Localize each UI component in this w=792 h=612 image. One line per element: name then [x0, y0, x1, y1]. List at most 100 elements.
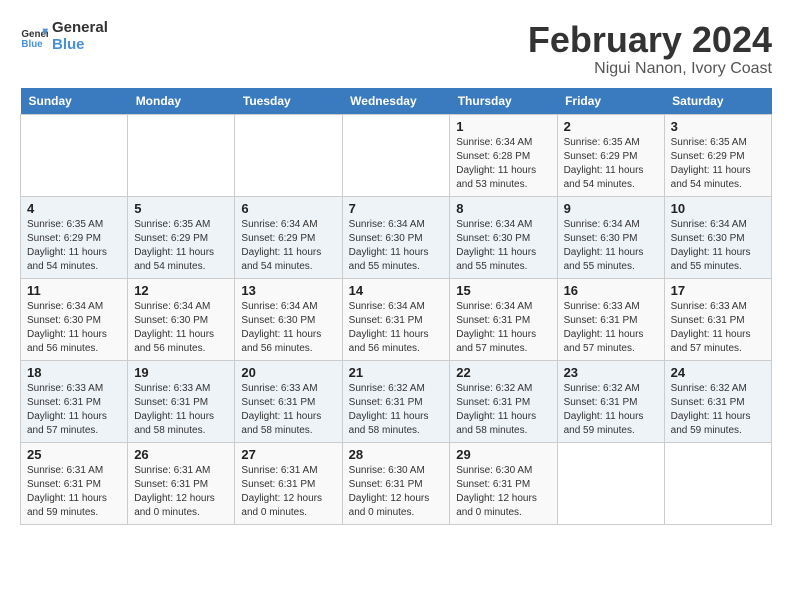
day-number: 18: [27, 365, 121, 380]
calendar-cell: 9 Sunrise: 6:34 AM Sunset: 6:30 PM Daylig…: [557, 196, 664, 278]
calendar-cell: 26 Sunrise: 6:31 AM Sunset: 6:31 PM Dayli…: [128, 442, 235, 524]
day-number: 23: [564, 365, 658, 380]
weekday-header-cell: Sunday: [21, 88, 128, 115]
logo: General Blue General Blue: [20, 20, 108, 53]
day-number: 10: [671, 201, 765, 216]
calendar-table: SundayMondayTuesdayWednesdayThursdayFrid…: [20, 88, 772, 525]
day-number: 1: [456, 119, 550, 134]
day-number: 28: [349, 447, 444, 462]
day-detail: Sunrise: 6:30 AM Sunset: 6:31 PM Dayligh…: [456, 464, 550, 520]
day-number: 13: [241, 283, 335, 298]
calendar-week-row: 25 Sunrise: 6:31 AM Sunset: 6:31 PM Dayli…: [21, 442, 772, 524]
calendar-cell: [664, 442, 771, 524]
calendar-week-row: 18 Sunrise: 6:33 AM Sunset: 6:31 PM Dayli…: [21, 360, 772, 442]
day-detail: Sunrise: 6:33 AM Sunset: 6:31 PM Dayligh…: [241, 382, 335, 438]
day-detail: Sunrise: 6:33 AM Sunset: 6:31 PM Dayligh…: [27, 382, 121, 438]
calendar-cell: [128, 114, 235, 196]
calendar-cell: 8 Sunrise: 6:34 AM Sunset: 6:30 PM Daylig…: [450, 196, 557, 278]
day-number: 29: [456, 447, 550, 462]
day-detail: Sunrise: 6:35 AM Sunset: 6:29 PM Dayligh…: [671, 136, 765, 192]
day-number: 27: [241, 447, 335, 462]
day-detail: Sunrise: 6:34 AM Sunset: 6:30 PM Dayligh…: [456, 218, 550, 274]
day-detail: Sunrise: 6:34 AM Sunset: 6:30 PM Dayligh…: [564, 218, 658, 274]
day-number: 9: [564, 201, 658, 216]
day-detail: Sunrise: 6:34 AM Sunset: 6:31 PM Dayligh…: [349, 300, 444, 356]
weekday-header-cell: Tuesday: [235, 88, 342, 115]
day-number: 7: [349, 201, 444, 216]
day-detail: Sunrise: 6:31 AM Sunset: 6:31 PM Dayligh…: [241, 464, 335, 520]
calendar-week-row: 11Sunrise: 6:34 AM Sunset: 6:30 PM Dayli…: [21, 278, 772, 360]
day-number: 6: [241, 201, 335, 216]
calendar-cell: [21, 114, 128, 196]
weekday-header-cell: Wednesday: [342, 88, 450, 115]
day-number: 25: [27, 447, 121, 462]
day-number: 4: [27, 201, 121, 216]
header: General Blue General Blue February 2024 …: [20, 20, 772, 78]
weekday-header-cell: Monday: [128, 88, 235, 115]
day-detail: Sunrise: 6:32 AM Sunset: 6:31 PM Dayligh…: [671, 382, 765, 438]
calendar-cell: 18 Sunrise: 6:33 AM Sunset: 6:31 PM Dayli…: [21, 360, 128, 442]
day-detail: Sunrise: 6:34 AM Sunset: 6:29 PM Dayligh…: [241, 218, 335, 274]
day-number: 8: [456, 201, 550, 216]
calendar-cell: 21 Sunrise: 6:32 AM Sunset: 6:31 PM Dayli…: [342, 360, 450, 442]
calendar-cell: 28 Sunrise: 6:30 AM Sunset: 6:31 PM Dayli…: [342, 442, 450, 524]
weekday-header-cell: Friday: [557, 88, 664, 115]
day-detail: Sunrise: 6:31 AM Sunset: 6:31 PM Dayligh…: [27, 464, 121, 520]
calendar-body: 1 Sunrise: 6:34 AM Sunset: 6:28 PM Daylig…: [21, 114, 772, 524]
svg-text:Blue: Blue: [21, 38, 43, 49]
calendar-cell: 16 Sunrise: 6:33 AM Sunset: 6:31 PM Dayli…: [557, 278, 664, 360]
day-detail: Sunrise: 6:33 AM Sunset: 6:31 PM Dayligh…: [564, 300, 658, 356]
calendar-cell: 20 Sunrise: 6:33 AM Sunset: 6:31 PM Dayli…: [235, 360, 342, 442]
calendar-title: February 2024: [528, 20, 772, 60]
calendar-cell: [557, 442, 664, 524]
calendar-cell: 4 Sunrise: 6:35 AM Sunset: 6:29 PM Daylig…: [21, 196, 128, 278]
calendar-cell: 1 Sunrise: 6:34 AM Sunset: 6:28 PM Daylig…: [450, 114, 557, 196]
day-number: 3: [671, 119, 765, 134]
day-number: 21: [349, 365, 444, 380]
calendar-cell: 12 Sunrise: 6:34 AM Sunset: 6:30 PM Dayli…: [128, 278, 235, 360]
day-number: 14: [349, 283, 444, 298]
day-detail: Sunrise: 6:35 AM Sunset: 6:29 PM Dayligh…: [27, 218, 121, 274]
calendar-cell: 25 Sunrise: 6:31 AM Sunset: 6:31 PM Dayli…: [21, 442, 128, 524]
logo-blue-text: Blue: [52, 37, 108, 54]
weekday-header-cell: Saturday: [664, 88, 771, 115]
day-detail: Sunrise: 6:32 AM Sunset: 6:31 PM Dayligh…: [564, 382, 658, 438]
day-detail: Sunrise: 6:34 AM Sunset: 6:30 PM Dayligh…: [134, 300, 228, 356]
weekday-header-cell: Thursday: [450, 88, 557, 115]
weekday-header-row: SundayMondayTuesdayWednesdayThursdayFrid…: [21, 88, 772, 115]
day-number: 17: [671, 283, 765, 298]
day-detail: Sunrise: 6:34 AM Sunset: 6:31 PM Dayligh…: [456, 300, 550, 356]
day-detail: Sunrise: 6:30 AM Sunset: 6:31 PM Dayligh…: [349, 464, 444, 520]
calendar-cell: 23 Sunrise: 6:32 AM Sunset: 6:31 PM Dayli…: [557, 360, 664, 442]
day-detail: Sunrise: 6:34 AM Sunset: 6:28 PM Dayligh…: [456, 136, 550, 192]
calendar-cell: 22 Sunrise: 6:32 AM Sunset: 6:31 PM Dayli…: [450, 360, 557, 442]
calendar-cell: 24 Sunrise: 6:32 AM Sunset: 6:31 PM Dayli…: [664, 360, 771, 442]
calendar-cell: 17Sunrise: 6:33 AM Sunset: 6:31 PM Dayli…: [664, 278, 771, 360]
calendar-cell: 10Sunrise: 6:34 AM Sunset: 6:30 PM Dayli…: [664, 196, 771, 278]
day-number: 24: [671, 365, 765, 380]
calendar-cell: [235, 114, 342, 196]
calendar-cell: 3 Sunrise: 6:35 AM Sunset: 6:29 PM Daylig…: [664, 114, 771, 196]
calendar-cell: 13Sunrise: 6:34 AM Sunset: 6:30 PM Dayli…: [235, 278, 342, 360]
day-number: 12: [134, 283, 228, 298]
day-number: 22: [456, 365, 550, 380]
day-detail: Sunrise: 6:33 AM Sunset: 6:31 PM Dayligh…: [134, 382, 228, 438]
calendar-cell: 2Sunrise: 6:35 AM Sunset: 6:29 PM Daylig…: [557, 114, 664, 196]
day-detail: Sunrise: 6:32 AM Sunset: 6:31 PM Dayligh…: [349, 382, 444, 438]
calendar-cell: 27 Sunrise: 6:31 AM Sunset: 6:31 PM Dayli…: [235, 442, 342, 524]
logo-icon: General Blue: [20, 23, 48, 51]
day-detail: Sunrise: 6:32 AM Sunset: 6:31 PM Dayligh…: [456, 382, 550, 438]
day-detail: Sunrise: 6:35 AM Sunset: 6:29 PM Dayligh…: [134, 218, 228, 274]
day-number: 5: [134, 201, 228, 216]
calendar-cell: 15Sunrise: 6:34 AM Sunset: 6:31 PM Dayli…: [450, 278, 557, 360]
calendar-cell: 5 Sunrise: 6:35 AM Sunset: 6:29 PM Daylig…: [128, 196, 235, 278]
day-number: 26: [134, 447, 228, 462]
day-number: 16: [564, 283, 658, 298]
day-detail: Sunrise: 6:34 AM Sunset: 6:30 PM Dayligh…: [27, 300, 121, 356]
day-number: 20: [241, 365, 335, 380]
calendar-week-row: 1 Sunrise: 6:34 AM Sunset: 6:28 PM Daylig…: [21, 114, 772, 196]
calendar-week-row: 4 Sunrise: 6:35 AM Sunset: 6:29 PM Daylig…: [21, 196, 772, 278]
title-area: February 2024 Nigui Nanon, Ivory Coast: [528, 20, 772, 78]
day-detail: Sunrise: 6:31 AM Sunset: 6:31 PM Dayligh…: [134, 464, 228, 520]
day-detail: Sunrise: 6:34 AM Sunset: 6:30 PM Dayligh…: [349, 218, 444, 274]
